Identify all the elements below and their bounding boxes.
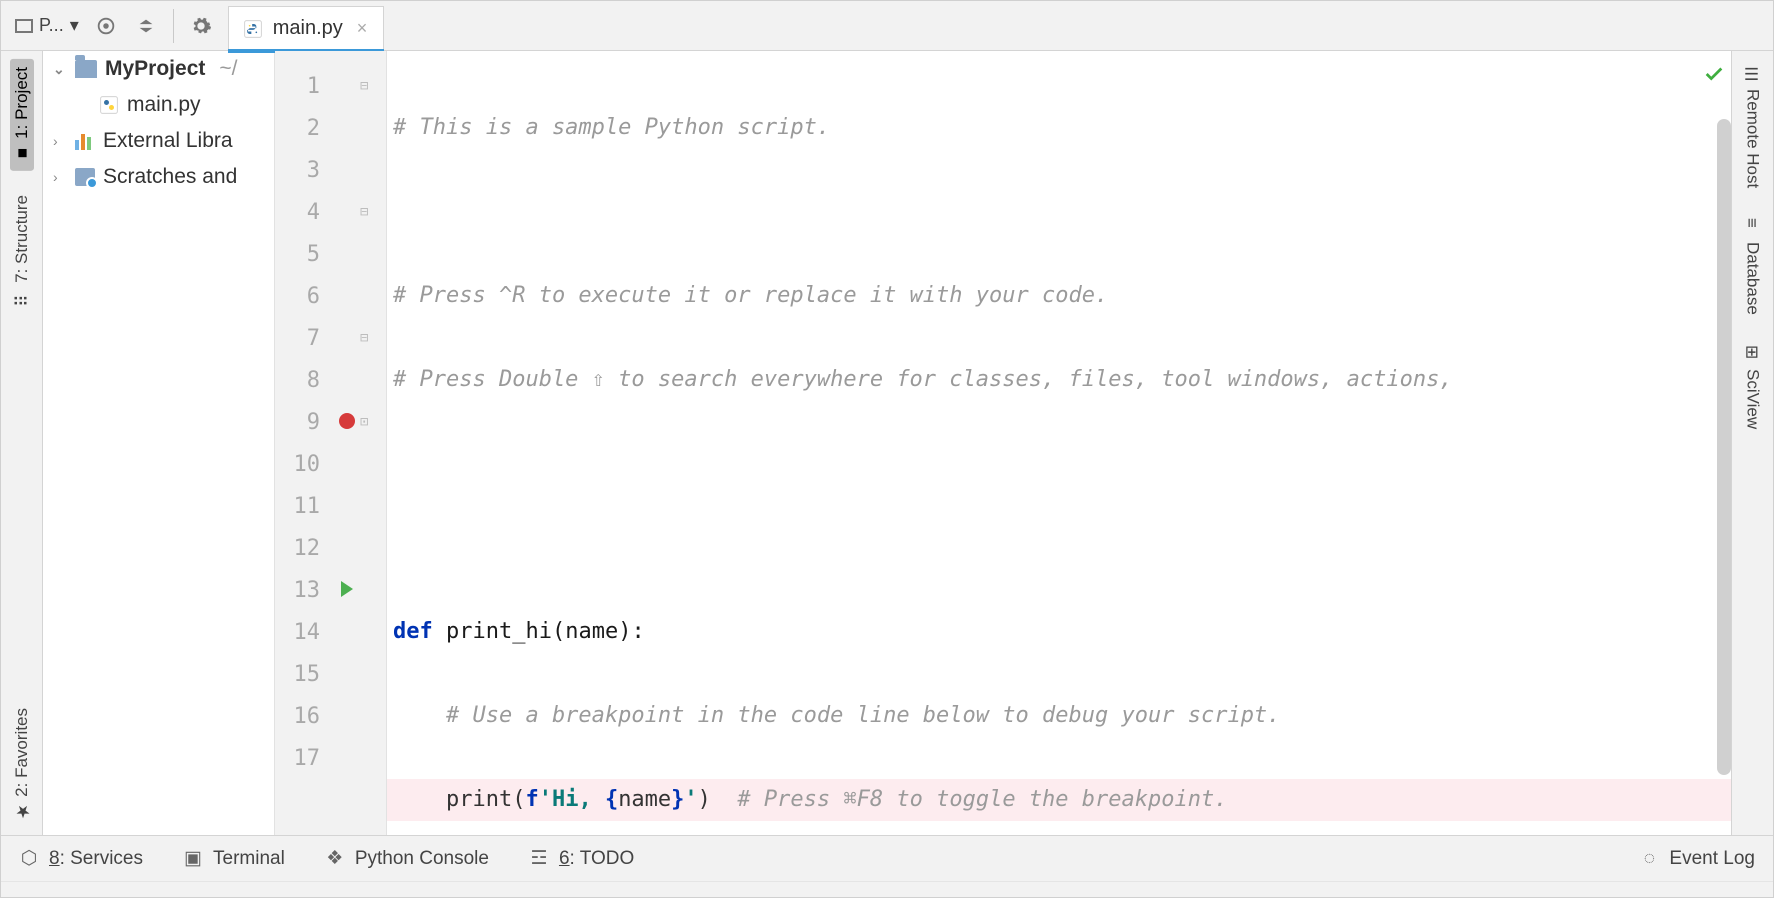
python-icon: ❖ [325,849,345,869]
target-icon[interactable] [93,13,119,39]
tree-scratches[interactable]: › Scratches and [43,159,274,195]
editor-content[interactable]: # This is a sample Python script. # Pres… [387,51,1731,835]
inspection-ok-icon[interactable] [1703,63,1725,85]
editor-gutter[interactable]: 1⊟ 2 3 4⊟ 5 6 7⊟ 8 9⊡ 10 11 12 13 14 15 … [275,51,387,835]
terminal-icon: ▣ [183,849,203,869]
star-icon: ★ [13,803,31,821]
folder-icon [75,60,97,78]
fold-icon[interactable]: ⊟ [360,204,376,220]
main-toolbar: P... ▾ main.py × [1,1,1773,51]
folder-icon: ■ [13,145,31,163]
chevron-down-icon: ▾ [70,15,79,36]
tool-database[interactable]: ≡ Database [1743,212,1763,321]
chevron-right-icon: › [53,133,67,149]
tree-external-libraries[interactable]: › External Libra [43,123,274,159]
editor-tab-label: main.py [273,17,343,40]
tool-todo[interactable]: ☲ 6: TODO [529,848,634,870]
fold-icon[interactable]: ⊟ [360,78,376,94]
tree-root[interactable]: ⌄ MyProject ~/ [43,51,274,87]
code-editor[interactable]: 1⊟ 2 3 4⊟ 5 6 7⊟ 8 9⊡ 10 11 12 13 14 15 … [275,51,1731,835]
library-icon [75,132,95,150]
right-tool-strip: ☰ Remote Host ≡ Database ⊞ SciView [1731,51,1773,835]
editor-scrollbar[interactable] [1717,119,1731,775]
left-tool-strip: ■ 1: Project ⠿ 7: Structure ★ 2: Favorit… [1,51,43,835]
run-config-label: P... [39,15,64,36]
structure-icon: ⠿ [13,289,31,307]
database-icon: ≡ [1744,218,1762,236]
tool-structure[interactable]: ⠿ 7: Structure [12,189,32,313]
fold-icon[interactable]: ⊟ [360,330,376,346]
tool-favorites[interactable]: ★ 2: Favorites [12,702,32,827]
python-file-icon [99,95,119,115]
close-icon[interactable]: × [357,18,368,39]
speech-bubble-icon: ◌ [1639,849,1659,869]
tool-project[interactable]: ■ 1: Project [10,59,34,171]
list-icon: ☲ [529,849,549,869]
hexagon-icon: ⬡ [19,849,39,869]
tool-event-log[interactable]: ◌ Event Log [1639,848,1755,870]
tool-sciview[interactable]: ⊞ SciView [1743,339,1763,435]
status-bar [1,881,1773,897]
tool-python-console[interactable]: ❖ Python Console [325,848,489,870]
python-file-icon [243,19,263,39]
fold-end-icon[interactable]: ⊡ [360,414,376,430]
editor-tab-main-py[interactable]: main.py × [228,6,385,50]
chevron-down-icon: ⌄ [53,61,67,78]
tool-services[interactable]: ⬡ 8: Services [19,848,143,870]
gear-icon[interactable] [188,13,214,39]
scratches-icon [75,168,95,186]
breakpoint-icon[interactable] [339,413,355,429]
project-tree: ⌄ MyProject ~/ main.py › External Libra … [43,51,275,835]
tree-file-main-py[interactable]: main.py [43,87,274,123]
grid-icon: ⊞ [1744,345,1762,363]
collapse-all-icon[interactable] [133,13,159,39]
server-icon: ☰ [1744,65,1762,83]
tool-remote-host[interactable]: ☰ Remote Host [1743,59,1763,194]
chevron-right-icon: › [53,169,67,185]
bottom-tool-strip: ⬡ 8: Services ▣ Terminal ❖ Python Consol… [1,835,1773,881]
run-config-selector[interactable]: P... ▾ [15,15,79,36]
run-gutter-icon[interactable] [341,581,353,597]
tool-terminal[interactable]: ▣ Terminal [183,848,285,870]
